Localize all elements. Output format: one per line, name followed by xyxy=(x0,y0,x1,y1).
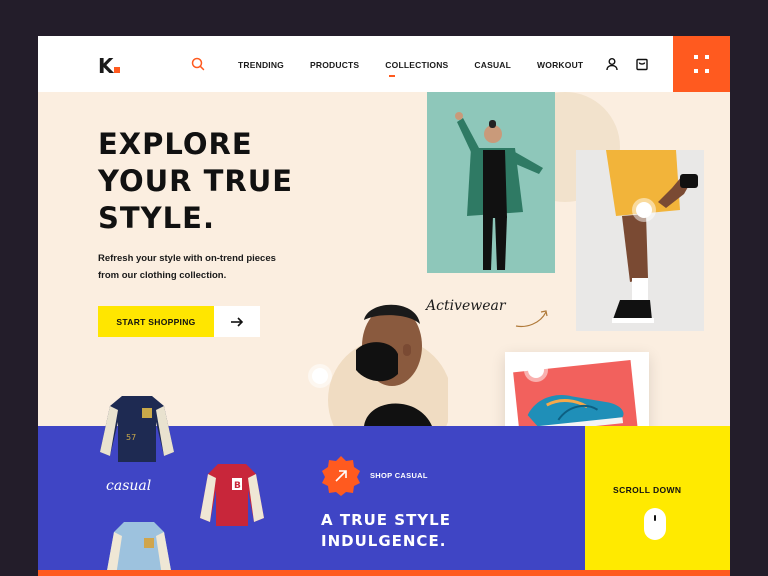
subtitle-line: Refresh your style with on-trend pieces xyxy=(98,253,276,264)
varsity-jacket-blue[interactable] xyxy=(104,518,174,576)
nav-item-products[interactable]: PRODUCTS xyxy=(310,60,359,70)
arrow-right-icon xyxy=(231,316,244,327)
hero-headline: EXPLORE YOUR TRUE STYLE. xyxy=(98,126,293,237)
svg-text:B: B xyxy=(234,481,241,491)
page-frame: K TRENDING PRODUCTS COLLECTIONS CASUAL W… xyxy=(38,36,730,576)
curved-arrow-icon xyxy=(515,310,548,328)
hero-subtitle: Refresh your style with on-trend pieces … xyxy=(98,250,298,284)
varsity-jacket-navy[interactable]: 57 xyxy=(98,392,176,464)
varsity-jacket-red[interactable]: B xyxy=(198,460,266,528)
nav-item-casual[interactable]: CASUAL xyxy=(474,60,511,70)
headline-line: EXPLORE xyxy=(98,127,253,161)
hotspot-dot[interactable] xyxy=(312,368,328,384)
nav-item-collections[interactable]: COLLECTIONS xyxy=(385,60,448,77)
model-photo-green-jacket[interactable] xyxy=(427,92,555,273)
headline-line: YOUR TRUE xyxy=(98,164,294,198)
promo-tagline: A TRUE STYLE INDULGENCE. xyxy=(321,510,451,552)
grid-menu-button[interactable] xyxy=(673,36,730,92)
headline-line: STYLE. xyxy=(98,201,215,235)
casual-tag: casual xyxy=(106,478,152,494)
search-icon[interactable] xyxy=(190,56,206,72)
nav-item-workout[interactable]: WORKOUT xyxy=(537,60,583,70)
scroll-down-label: SCROLL DOWN xyxy=(613,485,682,495)
scroll-panel xyxy=(585,426,730,576)
mouse-scroll-icon[interactable] xyxy=(644,508,666,540)
model-photo-activewear[interactable] xyxy=(576,150,704,331)
top-nav: K TRENDING PRODUCTS COLLECTIONS CASUAL W… xyxy=(38,36,730,92)
logo-dot xyxy=(113,67,120,73)
activewear-illustration xyxy=(576,150,704,331)
user-icon[interactable] xyxy=(604,56,620,72)
tagline-line: INDULGENCE. xyxy=(321,532,447,550)
hotspot-dot[interactable] xyxy=(528,362,544,378)
brand-logo[interactable]: K xyxy=(98,54,120,78)
main-menu: TRENDING PRODUCTS COLLECTIONS CASUAL WOR… xyxy=(238,60,609,77)
bottom-accent-strip xyxy=(38,570,730,576)
svg-text:57: 57 xyxy=(126,433,136,442)
cart-icon[interactable] xyxy=(634,56,650,72)
model-photo-face-mask[interactable] xyxy=(308,294,448,426)
hotspot-dot[interactable] xyxy=(636,202,652,218)
shop-casual-badge[interactable] xyxy=(321,456,361,496)
start-shopping-button[interactable]: START SHOPPING xyxy=(98,306,214,337)
shop-casual-link[interactable]: SHOP CASUAL xyxy=(370,471,428,480)
cta-arrow-button[interactable] xyxy=(214,306,260,337)
subtitle-line: from our clothing collection. xyxy=(98,270,227,281)
nav-item-trending[interactable]: TRENDING xyxy=(238,60,284,70)
tagline-line: A TRUE STYLE xyxy=(321,511,451,529)
model-illustration xyxy=(427,92,555,273)
